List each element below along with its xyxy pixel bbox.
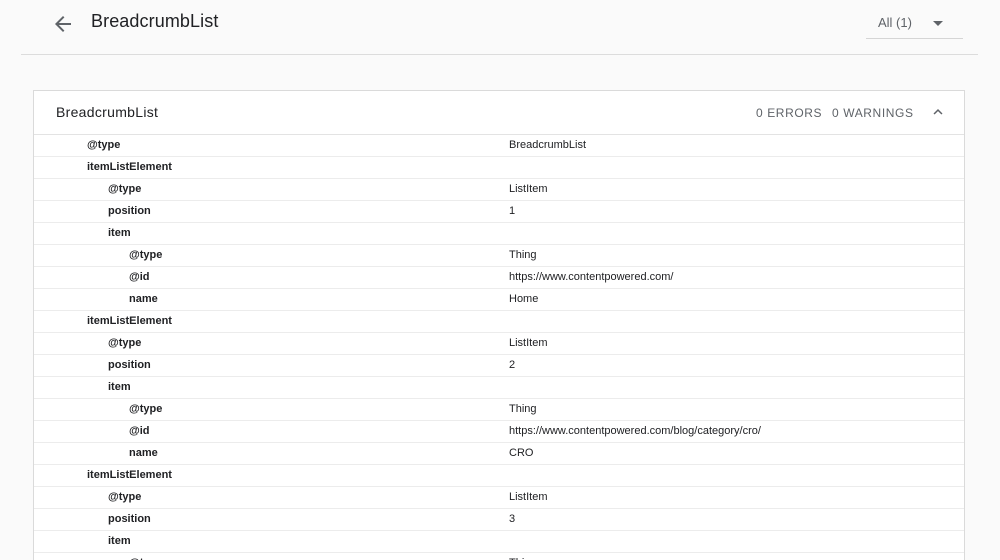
property-name: itemListElement: [87, 469, 172, 481]
property-row: @id https://www.contentpowered.com/: [34, 267, 964, 289]
property-row: @typeThing: [34, 553, 964, 560]
card-header[interactable]: BreadcrumbList 0 ERRORS 0 WARNINGS: [34, 91, 964, 135]
property-row: position 3: [34, 509, 964, 531]
property-name: @type: [129, 403, 163, 415]
property-row: itemListElement: [34, 465, 964, 487]
property-row: @type Thing: [34, 245, 964, 267]
property-value: https://www.contentpowered.com/blog/cate…: [509, 425, 761, 437]
property-row: @type ListItem: [34, 333, 964, 355]
property-value: ListItem: [509, 337, 548, 349]
back-button[interactable]: [51, 12, 75, 36]
property-table: @type BreadcrumbList itemListElement @type L…: [34, 135, 964, 560]
property-row: @type BreadcrumbList: [34, 135, 964, 157]
dropdown-arrow-icon: [933, 21, 943, 26]
property-value: https://www.contentpowered.com/: [509, 271, 674, 283]
property-value: Thing: [509, 403, 537, 415]
property-row: item: [34, 223, 964, 245]
property-name: name: [129, 293, 158, 305]
property-name: @type: [87, 139, 121, 151]
page-title: BreadcrumbList: [91, 11, 219, 31]
property-name: position: [108, 205, 151, 217]
property-row: name Home: [34, 289, 964, 311]
property-row: item: [34, 531, 964, 553]
property-row: position 2: [34, 355, 964, 377]
property-row: item: [34, 377, 964, 399]
property-value: 2: [509, 359, 516, 371]
property-name: @type: [108, 337, 142, 349]
property-name: @id: [129, 425, 150, 437]
item-filter-dropdown[interactable]: All (1): [866, 4, 963, 39]
top-bar: BreadcrumbList All (1): [21, 0, 978, 55]
property-name: item: [108, 227, 131, 239]
property-name: name: [129, 447, 158, 459]
property-value: Home: [509, 293, 539, 305]
property-value: ListItem: [509, 183, 548, 195]
property-name: itemListElement: [87, 161, 172, 173]
property-row: @id https://www.contentpowered.com/blog/c…: [34, 421, 964, 443]
property-name: item: [108, 535, 131, 547]
chevron-up-icon: [929, 103, 947, 121]
warning-count: 0 WARNINGS: [832, 106, 914, 120]
collapse-button[interactable]: [929, 103, 947, 121]
filter-selected-value: All (1): [878, 15, 912, 30]
property-row: itemListElement: [34, 157, 964, 179]
error-count: 0 ERRORS: [756, 106, 823, 120]
card-title: BreadcrumbList: [56, 104, 159, 120]
property-value: Thing: [509, 249, 537, 261]
property-value: 3: [509, 513, 516, 525]
property-row: @type ListItem: [34, 487, 964, 509]
property-value: 1: [509, 205, 516, 217]
property-row: @type ListItem: [34, 179, 964, 201]
arrow-left-icon: [51, 12, 75, 36]
property-name: @type: [108, 183, 142, 195]
property-name: position: [108, 513, 151, 525]
property-name: @id: [129, 271, 150, 283]
property-name: @type: [108, 491, 142, 503]
property-name: itemListElement: [87, 315, 172, 327]
property-row: @type Thing: [34, 399, 964, 421]
property-value: ListItem: [509, 491, 548, 503]
property-row: name CRO: [34, 443, 964, 465]
property-value: BreadcrumbList: [509, 139, 587, 151]
property-row: itemListElement: [34, 311, 964, 333]
property-row: position 1: [34, 201, 964, 223]
structured-data-card: BreadcrumbList 0 ERRORS 0 WARNINGS @type…: [33, 90, 965, 560]
property-name: position: [108, 359, 151, 371]
property-name: @type: [129, 249, 163, 261]
property-value: CRO: [509, 447, 534, 459]
property-name: item: [108, 381, 131, 393]
page: BreadcrumbList All (1) BreadcrumbList 0 …: [0, 0, 1000, 560]
